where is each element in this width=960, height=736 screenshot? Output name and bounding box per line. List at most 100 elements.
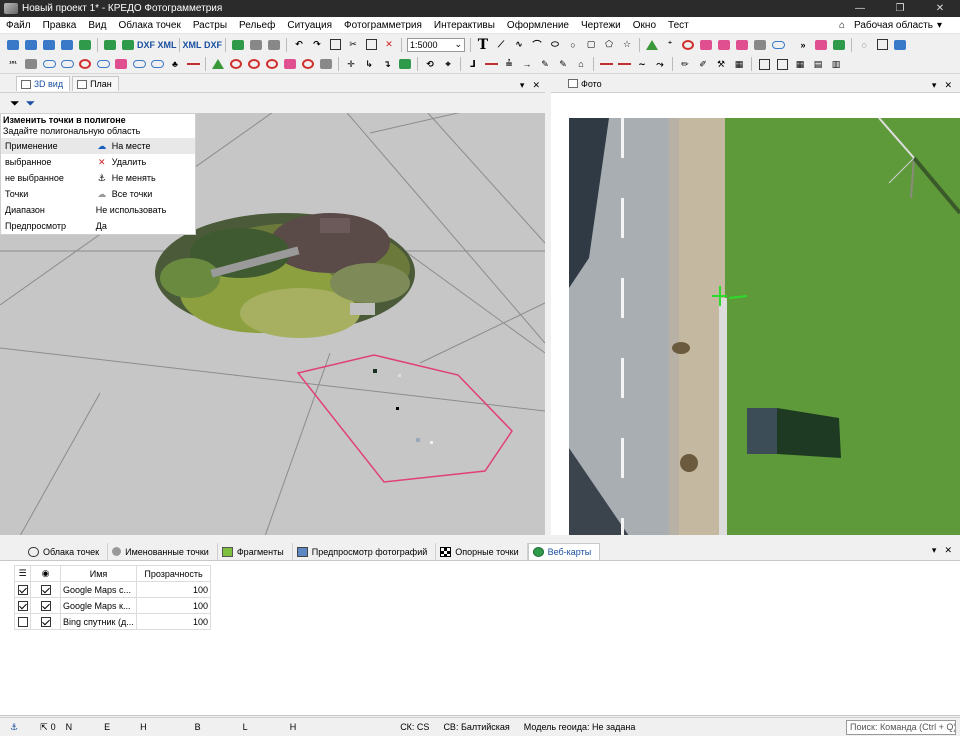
table-icon[interactable]: ▤ [810, 57, 826, 72]
node-edit-icon[interactable]: ⌖ [440, 57, 456, 72]
window-alt-icon[interactable] [892, 37, 908, 52]
filter-blue-icon[interactable]: ⏷ [26, 96, 36, 111]
visible-checkbox[interactable] [40, 600, 51, 611]
polyline-icon[interactable]: ⟋ [493, 37, 509, 52]
menu-relief[interactable]: Рельеф [233, 17, 281, 34]
layer-checkbox[interactable] [17, 616, 28, 627]
table-row[interactable]: Google Maps с... 100 [14, 581, 211, 598]
menu-drawings[interactable]: Чертежи [575, 17, 627, 34]
export-dxf-button[interactable]: DXF [204, 37, 222, 52]
properties-icon[interactable] [77, 37, 93, 52]
menu-test[interactable]: Тест [662, 17, 695, 34]
tab-named-points[interactable]: Именованные точки [108, 543, 218, 560]
export-icon[interactable] [120, 37, 136, 52]
table-row[interactable]: Google Maps к... 100 [14, 597, 211, 614]
frame-icon[interactable] [756, 57, 772, 72]
import-xml-button[interactable]: XML [158, 37, 177, 52]
panel-menu-button[interactable]: ▾ [932, 80, 937, 91]
lasso-icon[interactable]: ◌ [856, 37, 872, 52]
table-row[interactable]: Bing спутник (д... 100 [14, 613, 211, 630]
orthophoto-icon[interactable] [813, 37, 829, 52]
prop-row-range[interactable]: Диапазон Не использовать [1, 202, 195, 218]
scale-select[interactable]: 1:5000 ⌄ [407, 37, 465, 52]
cloud-thin-icon[interactable] [131, 57, 147, 72]
photo-viewport[interactable] [551, 92, 960, 535]
surface-icon[interactable] [210, 57, 226, 72]
point-add-icon[interactable]: ⁺ [662, 37, 678, 52]
cloud-classify-icon[interactable] [95, 57, 111, 72]
layer-opacity[interactable]: 100 [136, 581, 211, 598]
menu-interactives[interactable]: Интерактивы [428, 17, 501, 34]
move-point-icon[interactable]: ✛ [343, 57, 359, 72]
layer-checkbox[interactable] [17, 584, 28, 595]
menu-design[interactable]: Оформление [501, 17, 575, 34]
layers-icon[interactable]: ☰ [14, 565, 31, 582]
cloud-color-icon[interactable] [113, 57, 129, 72]
text-tool-button[interactable]: T [475, 37, 491, 53]
cloud-red-icon[interactable] [77, 57, 93, 72]
move-alt-icon[interactable]: ↴ [379, 57, 395, 72]
column-opacity[interactable]: Прозрачность [136, 565, 211, 582]
spline-icon[interactable]: ∿ [511, 37, 527, 52]
export-xml-button[interactable]: XML [183, 37, 202, 52]
menu-edit[interactable]: Правка [37, 17, 83, 34]
copy-layer-icon[interactable] [248, 37, 264, 52]
house-edit-icon[interactable] [716, 37, 732, 52]
break-line-icon[interactable] [483, 57, 499, 72]
coords-icon[interactable]: ¹⁰¹ [5, 57, 21, 72]
menu-photogrammetry[interactable]: Фотограмметрия [338, 17, 428, 34]
tab-plan[interactable]: План [72, 76, 119, 91]
tab-web-maps[interactable]: Веб-карты [527, 543, 601, 560]
ellipse-icon[interactable]: ⬭ [547, 37, 563, 52]
menu-point-clouds[interactable]: Облака точек [112, 17, 186, 34]
cloud-edit-icon[interactable] [59, 57, 75, 72]
line-red-icon[interactable] [598, 57, 614, 72]
relief-icon[interactable] [644, 37, 660, 52]
path-icon[interactable]: ⤳ [652, 57, 668, 72]
cloud-red-icon[interactable] [680, 37, 696, 52]
square-green-icon[interactable] [397, 57, 413, 72]
rotate-icon[interactable]: ⟲ [422, 57, 438, 72]
slope-icon[interactable]: ≟ [501, 57, 517, 72]
menu-window[interactable]: Окно [627, 17, 662, 34]
menu-rasters[interactable]: Растры [187, 17, 233, 34]
prop-row-not-selected[interactable]: не выбранное ⚓ Не менять [1, 170, 195, 186]
move-red-icon[interactable]: ↳ [361, 57, 377, 72]
hatch-icon[interactable]: ▦ [731, 57, 747, 72]
tab-point-clouds[interactable]: Облака точек [24, 543, 109, 560]
pen-dark-icon[interactable]: ✎ [555, 57, 571, 72]
panel-close-button[interactable]: ✕ [944, 545, 952, 556]
house-line-icon[interactable]: ⌂ [573, 57, 589, 72]
window-icon[interactable] [874, 37, 890, 52]
toolbar-overflow-button[interactable]: » [795, 37, 811, 52]
polygon-icon[interactable]: ⬠ [601, 37, 617, 52]
redo-icon[interactable]: ↷ [309, 37, 325, 52]
visible-checkbox[interactable] [40, 584, 51, 595]
paste-layer-icon[interactable] [266, 37, 282, 52]
undo-icon[interactable]: ↶ [291, 37, 307, 52]
new-project-icon[interactable] [5, 37, 21, 52]
frame-alt-icon[interactable] [774, 57, 790, 72]
panel-menu-button[interactable]: ▾ [520, 80, 525, 91]
panel-close-button[interactable]: ✕ [532, 80, 540, 91]
wave-icon[interactable]: ∼ [634, 57, 650, 72]
height-system[interactable]: СВ: Балтийская [443, 722, 509, 732]
rectangle-icon[interactable]: ▢ [583, 37, 599, 52]
star-icon[interactable]: ☆ [619, 37, 635, 52]
maximize-button[interactable]: ❐ [880, 3, 920, 14]
cursor-select-icon[interactable]: ⇱ [40, 722, 48, 733]
circle-icon[interactable]: ○ [565, 37, 581, 52]
brush-icon[interactable]: ✐ [695, 57, 711, 72]
tab-control-points[interactable]: Опорные точки [436, 543, 528, 560]
eye-icon[interactable]: ◉ [30, 565, 61, 582]
filter-icon[interactable]: ⏷ [10, 96, 20, 111]
tab-photo[interactable]: Фото [564, 76, 608, 91]
molecule-icon[interactable] [282, 57, 298, 72]
house-alt-icon[interactable] [734, 37, 750, 52]
prop-row-preview[interactable]: Предпросмотр Да [1, 218, 195, 234]
surface-edit-icon[interactable] [246, 57, 262, 72]
panel-close-button[interactable]: ✕ [944, 80, 952, 91]
snap-icon[interactable]: ⚓ [10, 722, 18, 733]
cloud-merge-icon[interactable] [149, 57, 165, 72]
cloud-layers-icon[interactable] [770, 37, 786, 52]
